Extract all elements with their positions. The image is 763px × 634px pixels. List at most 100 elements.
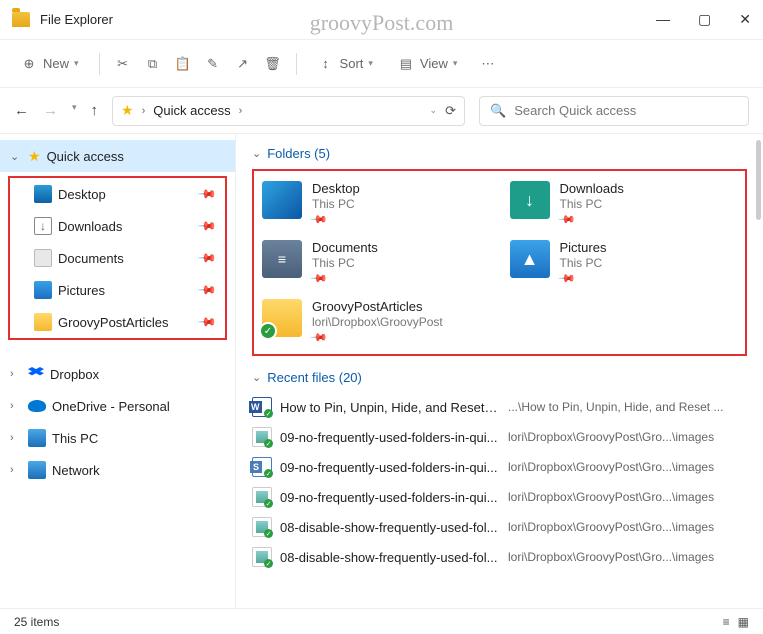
caret-down-icon: ⌄ bbox=[10, 150, 22, 163]
recent-file-row[interactable]: 09-no-frequently-used-folders-in-qui... l… bbox=[252, 423, 747, 451]
delete-button[interactable]: 🗑 bbox=[264, 55, 282, 73]
file-snag-icon bbox=[252, 457, 272, 477]
folder-location: lori\Dropbox\GroovyPost bbox=[312, 315, 443, 329]
item-count: 25 items bbox=[14, 615, 59, 629]
folder-card-downloads[interactable]: ↓DownloadsThis PC📌 bbox=[510, 181, 738, 226]
sidebar-root-label: Network bbox=[52, 463, 225, 478]
star-icon: ★ bbox=[121, 102, 134, 119]
search-icon: 🔍 bbox=[490, 103, 506, 119]
folders-section-header[interactable]: ⌄ Folders (5) bbox=[252, 146, 747, 161]
downloads-folder-icon: ↓ bbox=[510, 181, 550, 219]
folders-header-label: Folders (5) bbox=[267, 146, 330, 161]
file-img-icon bbox=[252, 487, 272, 507]
address-dropdown[interactable]: ⌄ bbox=[430, 105, 438, 116]
recent-file-name: 09-no-frequently-used-folders-in-qui... bbox=[280, 430, 500, 445]
caret-right-icon: › bbox=[10, 432, 22, 444]
sidebar-item-label: Pictures bbox=[58, 283, 194, 298]
sidebar-item-documents[interactable]: Documents📌 bbox=[10, 242, 225, 274]
recent-file-row[interactable]: How to Pin, Unpin, Hide, and Reset Q....… bbox=[252, 393, 747, 421]
recent-file-name: 08-disable-show-frequently-used-fol... bbox=[280, 520, 500, 535]
network-icon bbox=[28, 461, 46, 479]
pin-icon: 📌 bbox=[197, 248, 217, 268]
chevron-down-icon: ▾ bbox=[74, 58, 79, 69]
documents-folder-icon: ≡ bbox=[262, 240, 302, 278]
sidebar-item-label: GroovyPostArticles bbox=[58, 315, 194, 330]
view-button[interactable]: ▤ View ▾ bbox=[391, 51, 463, 77]
recent-file-row[interactable]: 09-no-frequently-used-folders-in-qui...l… bbox=[252, 483, 747, 511]
recent-file-row[interactable]: 08-disable-show-frequently-used-fol...lo… bbox=[252, 543, 747, 571]
sidebar-item-folder[interactable]: GroovyPostArticles📌 bbox=[10, 306, 225, 338]
sidebar-item-desktop[interactable]: Desktop📌 bbox=[10, 178, 225, 210]
statusbar: 25 items ≡ ▦ bbox=[0, 608, 763, 634]
recent-file-path: lori\Dropbox\GroovyPost\Gro...\images bbox=[508, 520, 747, 534]
address-location: Quick access bbox=[153, 103, 230, 118]
sidebar-root-network[interactable]: › Network bbox=[0, 454, 235, 486]
titlebar: File Explorer — ▢ ✕ bbox=[0, 0, 763, 40]
folder-name: Downloads bbox=[560, 181, 624, 196]
history-dropdown[interactable]: ▾ bbox=[72, 102, 77, 119]
recent-files-list: How to Pin, Unpin, Hide, and Reset Q....… bbox=[252, 393, 747, 571]
sidebar-item-label: Desktop bbox=[58, 187, 194, 202]
minimize-button[interactable]: — bbox=[656, 11, 670, 28]
star-icon: ★ bbox=[28, 148, 41, 165]
sort-button[interactable]: ↕ Sort ▾ bbox=[311, 51, 379, 77]
sidebar-quick-access[interactable]: ⌄ ★ Quick access bbox=[0, 140, 235, 172]
search-box[interactable]: 🔍 Search Quick access bbox=[479, 96, 749, 126]
forward-button[interactable]: → bbox=[43, 102, 58, 119]
recent-file-path: lori\Dropbox\GroovyPost\Gro...\images bbox=[508, 430, 747, 444]
paste-button[interactable]: 📋 bbox=[174, 55, 192, 73]
folder-card-documents[interactable]: ≡DocumentsThis PC📌 bbox=[262, 240, 490, 285]
close-button[interactable]: ✕ bbox=[739, 11, 751, 28]
divider bbox=[296, 53, 297, 75]
folder-name: Documents bbox=[312, 240, 378, 255]
pin-icon: 📌 bbox=[557, 210, 576, 229]
folder-card-pictures[interactable]: ▲PicturesThis PC📌 bbox=[510, 240, 738, 285]
app-icon bbox=[12, 12, 30, 27]
sort-label: Sort bbox=[340, 56, 364, 71]
new-button[interactable]: ⊕ New ▾ bbox=[14, 51, 85, 77]
recent-section-header[interactable]: ⌄ Recent files (20) bbox=[252, 370, 747, 385]
sidebar-item-label: Documents bbox=[58, 251, 194, 266]
pin-icon: 📌 bbox=[197, 312, 217, 332]
sidebar-item-download[interactable]: Downloads📌 bbox=[10, 210, 225, 242]
recent-file-name: 08-disable-show-frequently-used-fol... bbox=[280, 550, 500, 565]
cut-button[interactable]: ✂ bbox=[114, 55, 132, 73]
onedrive-icon bbox=[28, 400, 46, 412]
sidebar-root-onedrive[interactable]: ›OneDrive - Personal bbox=[0, 390, 235, 422]
maximize-button[interactable]: ▢ bbox=[698, 11, 711, 28]
folder-name: Pictures bbox=[560, 240, 607, 255]
up-button[interactable]: ↑ bbox=[91, 102, 99, 119]
folder-card-desktop[interactable]: DesktopThis PC📌 bbox=[262, 181, 490, 226]
thumbnails-view-button[interactable]: ▦ bbox=[738, 615, 749, 629]
desktop-icon bbox=[34, 185, 52, 203]
recent-file-name: How to Pin, Unpin, Hide, and Reset Q... bbox=[280, 400, 500, 415]
thispc-icon bbox=[28, 429, 46, 447]
sidebar-root-dropbox[interactable]: ›Dropbox bbox=[0, 358, 235, 390]
scrollbar[interactable] bbox=[756, 140, 761, 220]
copy-button[interactable]: ⧉ bbox=[144, 55, 162, 73]
recent-file-path: lori\Dropbox\GroovyPost\Gro...\images bbox=[508, 490, 747, 504]
more-button[interactable]: ⋯ bbox=[475, 52, 500, 76]
details-view-button[interactable]: ≡ bbox=[723, 615, 730, 629]
sort-icon: ↕ bbox=[317, 55, 335, 73]
folder-card-gp[interactable]: GroovyPostArticleslori\Dropbox\GroovyPos… bbox=[262, 299, 490, 344]
refresh-button[interactable]: ⟳ bbox=[445, 103, 456, 119]
folder-location: This PC bbox=[560, 256, 607, 270]
desktop-folder-icon bbox=[262, 181, 302, 219]
share-button[interactable]: ↗ bbox=[234, 55, 252, 73]
chevron-down-icon: ▾ bbox=[453, 58, 458, 69]
recent-file-row[interactable]: 08-disable-show-frequently-used-fol... lo… bbox=[252, 513, 747, 541]
sidebar-root-thispc[interactable]: ›This PC bbox=[0, 422, 235, 454]
address-bar[interactable]: ★ › Quick access › ⌄ ⟳ bbox=[112, 96, 465, 126]
recent-file-path: ...\How to Pin, Unpin, Hide, and Reset .… bbox=[508, 400, 747, 414]
plus-icon: ⊕ bbox=[20, 55, 38, 73]
rename-button[interactable]: ✎ bbox=[204, 55, 222, 73]
sidebar-item-pictures[interactable]: Pictures📌 bbox=[10, 274, 225, 306]
caret-right-icon: › bbox=[10, 464, 22, 476]
highlight-box-sidebar: Desktop📌Downloads📌Documents📌Pictures📌Gro… bbox=[8, 176, 227, 340]
sidebar-root-label: OneDrive - Personal bbox=[52, 399, 225, 414]
recent-header-label: Recent files (20) bbox=[267, 370, 362, 385]
sidebar-item-label: Downloads bbox=[58, 219, 194, 234]
back-button[interactable]: ← bbox=[14, 102, 29, 119]
recent-file-row[interactable]: 09-no-frequently-used-folders-in-qui...l… bbox=[252, 453, 747, 481]
